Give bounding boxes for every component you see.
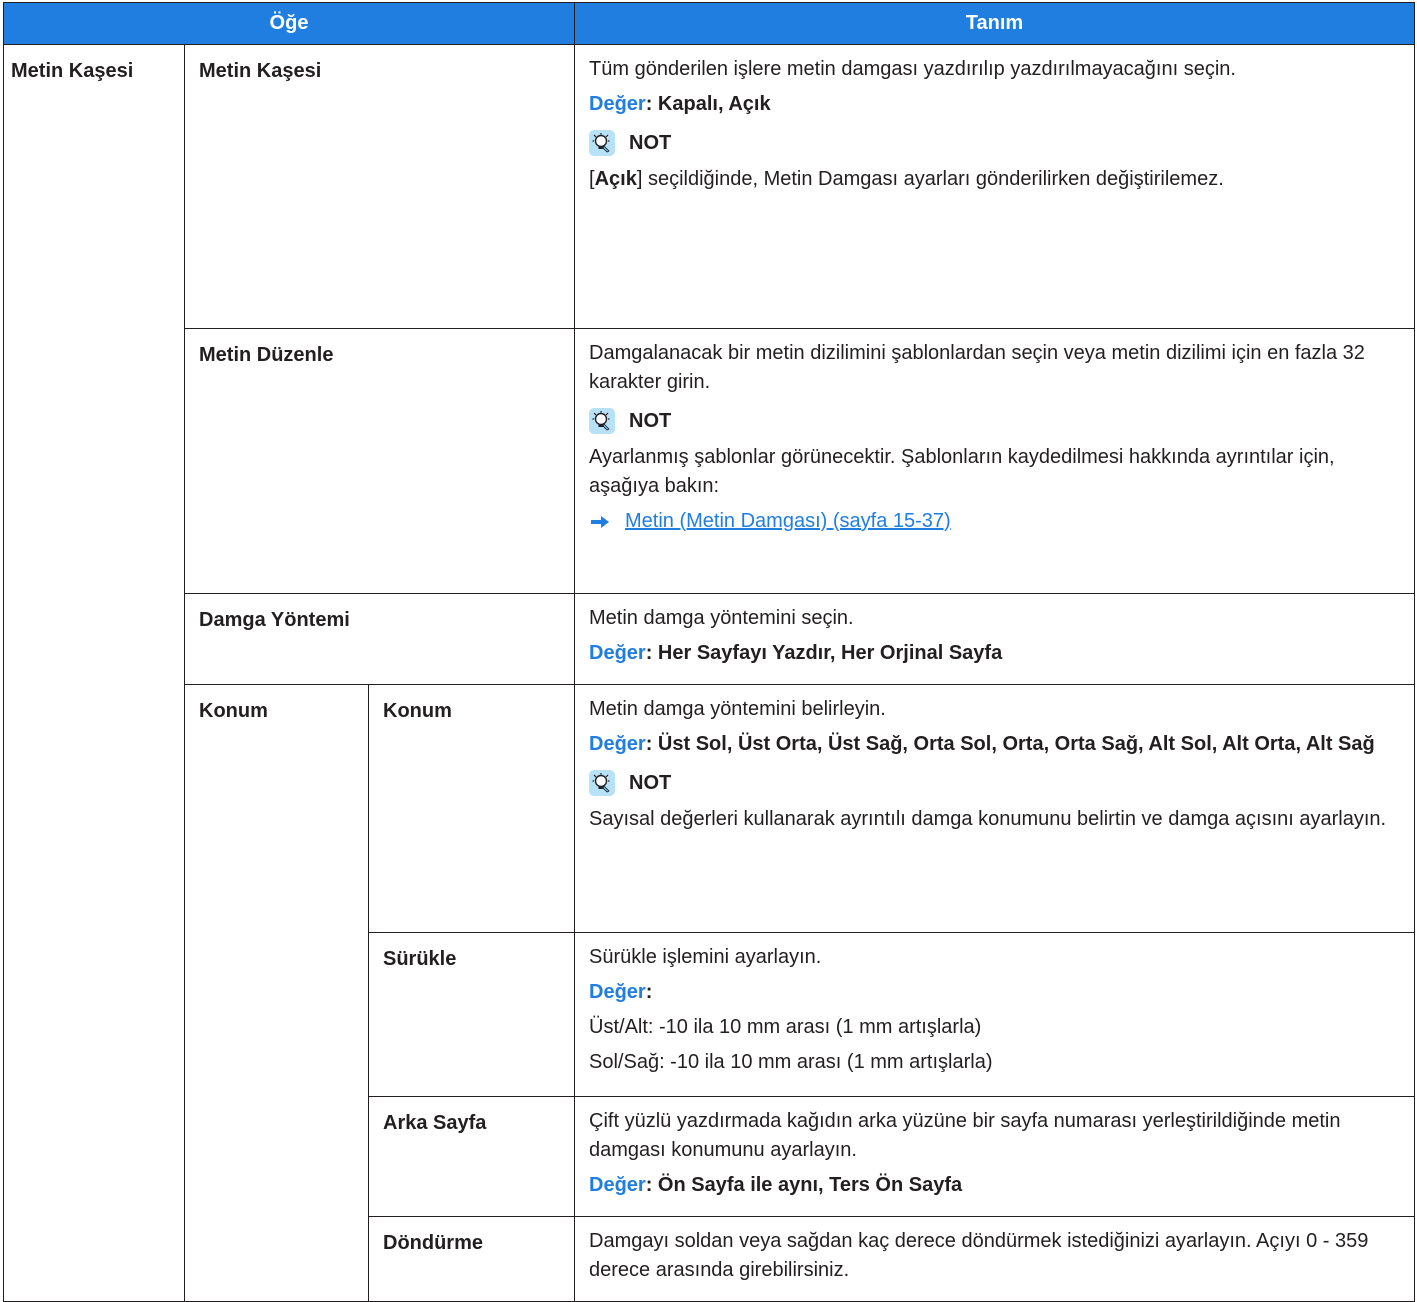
item-label: Arka Sayfa [367, 1096, 576, 1217]
table-row: Konum Konum Metin damga yöntemini belirl… [4, 684, 1416, 1302]
value-label: Değer [589, 1174, 646, 1196]
settings-table: Öğe Tanım Metin Kaşesi Metin Kaşesi Tüm … [2, 2, 1416, 1302]
note-label: NOT [629, 409, 672, 432]
value-label: Değer [589, 733, 646, 755]
item-description: Tüm gönderilen işlere metin damgası yazd… [574, 44, 1416, 329]
value-label: Değer [589, 93, 646, 115]
lightbulb-icon [589, 770, 616, 796]
description-text: Sürükle işlemini ayarlayın. [589, 946, 822, 968]
lightbulb-icon [589, 130, 616, 156]
value-line: Değer: Üst Sol, Üst Orta, Üst Sağ, Orta … [589, 730, 1400, 759]
note-text: Ayarlanmış şablonlar görünecektir. Şablo… [589, 446, 1335, 497]
note-heading: NOT [589, 127, 1400, 159]
value-text: : Ön Sayfa ile aynı, Ters Ön Sayfa [645, 1174, 963, 1196]
value-line: Değer: Kapalı, Açık [589, 90, 1400, 119]
description-text: Damgayı soldan veya sağdan kaç derece dö… [589, 1230, 1369, 1281]
description-text: Damgalanacak bir metin dizilimini şablon… [589, 342, 1365, 393]
header-item: Öğe [2, 2, 576, 45]
reference-link-row: Metin (Metin Damgası) (sayfa 15-37) [589, 507, 1400, 536]
description-text: Metin damga yöntemini seçin. [589, 607, 854, 629]
description-text: Tüm gönderilen işlere metin damgası yazd… [589, 58, 1236, 80]
value-label: Değer [589, 642, 646, 664]
value-line: Değer: [589, 978, 1400, 1007]
value-text: : [645, 981, 653, 1003]
item-label: Metin Kaşesi [183, 44, 576, 329]
item-label: Sürükle [367, 932, 576, 1097]
note-heading: NOT [589, 405, 1400, 437]
item-description: Sürükle işlemini ayarlayın. Değer: Üst/A… [574, 932, 1416, 1097]
value-detail: Sol/Sağ: -10 ila 10 mm arası (1 mm artış… [589, 1051, 993, 1073]
lightbulb-icon [589, 408, 616, 434]
value-line: Değer: Ön Sayfa ile aynı, Ters Ön Sayfa [589, 1171, 1400, 1200]
table-row: Metin Düzenle Damgalanacak bir metin diz… [4, 328, 1416, 594]
value-line: Değer: Her Sayfayı Yazdır, Her Orjinal S… [589, 639, 1400, 668]
description-text: Çift yüzlü yazdırmada kağıdın arka yüzün… [589, 1110, 1341, 1161]
subgroup-label: Konum [184, 684, 369, 1302]
table-row: Metin Kaşesi Metin Kaşesi Tüm gönderilen… [3, 44, 1416, 1302]
note-text: Sayısal değerleri kullanarak ayrıntılı d… [589, 808, 1387, 830]
item-description: Metin damga yöntemini seçin. Değer: Her … [574, 593, 1416, 685]
value-text: : Üst Sol, Üst Orta, Üst Sağ, Orta Sol, … [645, 733, 1375, 755]
description-text: Metin damga yöntemini belirleyin. [589, 698, 886, 720]
item-label: Metin Düzenle [183, 328, 576, 594]
item-description: Çift yüzlü yazdırmada kağıdın arka yüzün… [574, 1096, 1416, 1217]
note-text: [Açık] seçildiğinde, Metin Damgası ayarl… [589, 168, 1224, 190]
note-heading: NOT [589, 767, 1400, 799]
item-label: Konum [367, 684, 576, 933]
reference-link[interactable]: Metin (Metin Damgası) (sayfa 15-37) [625, 507, 951, 536]
value-label: Değer [589, 981, 646, 1003]
group-label: Metin Kaşesi [3, 44, 185, 1302]
value-text: : Kapalı, Açık [645, 93, 771, 115]
arrow-right-icon [589, 512, 625, 532]
item-description: Damgalanacak bir metin dizilimini şablon… [574, 328, 1416, 594]
item-description: Damgayı soldan veya sağdan kaç derece dö… [574, 1216, 1416, 1302]
table-header: Öğe Tanım [2, 2, 1416, 45]
value-text: : Her Sayfayı Yazdır, Her Orjinal Sayfa [645, 642, 1003, 664]
item-label: Döndürme [367, 1216, 576, 1302]
note-label: NOT [629, 771, 672, 794]
table-row: Damga Yöntemi Metin damga yöntemini seçi… [4, 593, 1416, 685]
header-description: Tanım [574, 2, 1416, 45]
value-detail: Üst/Alt: -10 ila 10 mm arası (1 mm artış… [589, 1016, 982, 1038]
item-label: Damga Yöntemi [183, 593, 576, 685]
item-description: Metin damga yöntemini belirleyin. Değer:… [574, 684, 1416, 933]
note-label: NOT [629, 131, 672, 154]
